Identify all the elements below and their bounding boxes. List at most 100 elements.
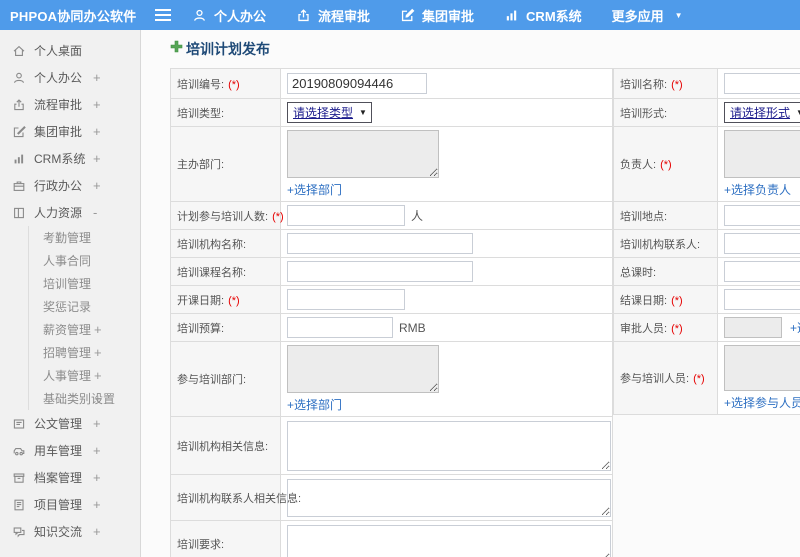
nav-item-crm[interactable]: CRM系统: [504, 6, 582, 25]
field-label: 主办部门:: [170, 126, 281, 202]
expand-plus-icon[interactable]: +: [94, 322, 102, 337]
expand-plus-icon[interactable]: +: [93, 178, 101, 193]
sidebar-item-archives[interactable]: 档案管理 +: [0, 464, 140, 491]
document-icon: [12, 417, 26, 431]
expand-plus-icon[interactable]: +: [93, 524, 101, 539]
field-label: 计划参与培训人数: (*): [170, 201, 284, 230]
join-person-textarea[interactable]: [724, 345, 800, 391]
sidebar-item-knowledge[interactable]: 知识交流 +: [0, 518, 140, 545]
sidebar-item-label: 流程审批: [34, 98, 83, 112]
sidebar-item-recruitment[interactable]: 招聘管理 +: [29, 341, 140, 364]
sidebar-item-group-approval[interactable]: 集团审批 +: [0, 118, 140, 145]
training-type-select[interactable]: 请选择类型 ▼: [287, 102, 372, 123]
plus-green-icon: [170, 40, 183, 58]
training-form-select[interactable]: 请选择形式 ▼: [724, 102, 800, 123]
expand-plus-icon[interactable]: +: [94, 391, 102, 406]
nav-item-personal-office[interactable]: 个人办公: [192, 6, 266, 25]
sidebar-item-admin-office[interactable]: 行政办公 +: [0, 172, 140, 199]
sidebar-item-projects[interactable]: 项目管理 +: [0, 491, 140, 518]
sidebar-item-crm[interactable]: CRM系统 +: [0, 145, 140, 172]
unit-suffix: 人: [411, 209, 424, 223]
sidebar-item-hr-contract[interactable]: 人事合同: [29, 249, 140, 272]
total-hours-input[interactable]: [724, 261, 800, 282]
top-nav: 个人办公 流程审批 集团审批 CRM系统 更多应用 ▼: [192, 6, 713, 25]
select-approver-link[interactable]: +选择审批人员: [790, 321, 800, 335]
sidebar-item-label: 公文管理: [34, 417, 83, 431]
sidebar-item-label: 知识交流: [34, 525, 83, 539]
field-label: 培训类型:: [170, 98, 281, 127]
required-mark: (*): [228, 294, 240, 307]
org-contact-info-textarea[interactable]: [287, 478, 611, 517]
join-dept-textarea[interactable]: [287, 345, 439, 393]
sidebar-item-label: CRM系统: [34, 152, 86, 166]
collapse-minus-icon[interactable]: -: [93, 205, 97, 220]
training-no-input[interactable]: [287, 73, 427, 94]
participants-count-input[interactable]: [287, 205, 405, 226]
select-leader-link[interactable]: +选择负责人: [724, 181, 791, 198]
hamburger-menu-icon[interactable]: [148, 9, 178, 21]
expand-plus-icon[interactable]: +: [93, 416, 101, 431]
expand-plus-icon[interactable]: +: [94, 368, 102, 383]
training-name-input[interactable]: [724, 73, 800, 94]
sidebar-item-base-category[interactable]: 基础类别设置 +: [29, 387, 140, 410]
field-label: 开课日期: (*): [170, 285, 281, 314]
sidebar-item-training[interactable]: 培训管理: [29, 272, 140, 295]
select-join-dept-link[interactable]: +选择部门: [287, 396, 342, 413]
bar-chart-icon: [12, 152, 26, 166]
sidebar-item-personnel[interactable]: 人事管理 +: [29, 364, 140, 387]
select-dept-link[interactable]: +选择部门: [287, 181, 342, 198]
user-icon: [12, 71, 26, 85]
archive-icon: [12, 471, 26, 485]
field-label: 培训机构名称:: [170, 229, 281, 258]
sidebar-item-attendance[interactable]: 考勤管理: [29, 226, 140, 249]
expand-plus-icon[interactable]: +: [93, 70, 101, 85]
select-join-person-link[interactable]: +选择参与人员: [724, 394, 800, 411]
budget-input[interactable]: [287, 317, 393, 338]
nav-item-more-apps[interactable]: 更多应用 ▼: [612, 6, 683, 25]
sidebar-item-vehicle[interactable]: 用车管理 +: [0, 437, 140, 464]
sidebar-item-salary[interactable]: 薪资管理 +: [29, 318, 140, 341]
form-table-right: 培训名称: (*) 培训形式: 请选择形式 ▼ 负责人: (*) +选择负责人 培训地…: [613, 68, 800, 415]
nav-item-workflow-approval[interactable]: 流程审批: [296, 6, 370, 25]
sidebar-item-label: 人事管理: [43, 369, 92, 383]
expand-plus-icon[interactable]: +: [93, 97, 101, 112]
end-date-input[interactable]: [724, 289, 800, 310]
sidebar-item-personal-office[interactable]: 个人办公 +: [0, 64, 140, 91]
sidebar-item-hr[interactable]: 人力资源 -: [0, 199, 140, 226]
org-info-textarea[interactable]: [287, 420, 611, 471]
sidebar-item-workflow-approval[interactable]: 流程审批 +: [0, 91, 140, 118]
nav-label: 集团审批: [422, 8, 475, 24]
required-mark: (*): [272, 210, 284, 223]
expand-plus-icon[interactable]: +: [93, 124, 101, 139]
page-title: 培训计划发布: [170, 39, 800, 59]
host-dept-textarea[interactable]: [287, 130, 439, 178]
expand-plus-icon[interactable]: +: [93, 497, 101, 512]
approver-input[interactable]: [724, 317, 782, 338]
field-label: 培训课程名称:: [170, 257, 281, 286]
sidebar-item-rewards[interactable]: 奖惩记录: [29, 295, 140, 318]
org-name-input[interactable]: [287, 233, 473, 254]
expand-plus-icon[interactable]: +: [93, 470, 101, 485]
sidebar-item-label: 用车管理: [34, 444, 83, 458]
edit-square-icon: [12, 125, 26, 139]
course-name-input[interactable]: [287, 261, 473, 282]
expand-plus-icon[interactable]: +: [93, 151, 101, 166]
sidebar-item-desktop[interactable]: 个人桌面: [0, 37, 140, 64]
location-input[interactable]: [724, 205, 800, 226]
field-label: 培训要求:: [170, 520, 281, 557]
leader-textarea[interactable]: [724, 130, 800, 178]
caret-down-icon: ▼: [796, 108, 800, 117]
field-label: 培训机构联系人相关信息:: [170, 474, 301, 521]
expand-plus-icon[interactable]: +: [94, 345, 102, 360]
sidebar-item-label: 薪资管理: [43, 323, 92, 337]
requirement-textarea[interactable]: [287, 524, 611, 557]
org-contact-input[interactable]: [724, 233, 800, 254]
sidebar-item-label: 人力资源: [34, 206, 83, 220]
sidebar-item-documents[interactable]: 公文管理 +: [0, 410, 140, 437]
start-date-input[interactable]: [287, 289, 405, 310]
expand-plus-icon[interactable]: +: [93, 443, 101, 458]
edit-square-icon: [400, 8, 415, 23]
nav-item-group-approval[interactable]: 集团审批: [400, 6, 474, 25]
hr-submenu: 考勤管理 人事合同 培训管理 奖惩记录 薪资管理 + 招聘管理 + 人事管理 + 基础…: [28, 226, 140, 410]
field-label: 结课日期: (*): [613, 285, 718, 314]
